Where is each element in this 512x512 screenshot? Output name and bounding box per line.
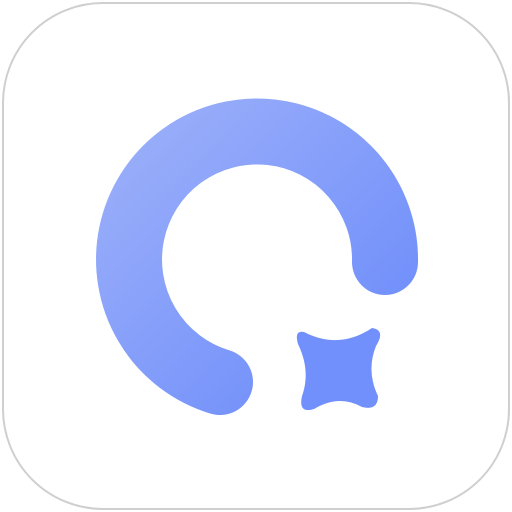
icon-background: [2, 2, 510, 510]
sparkle-icon: [296, 328, 381, 411]
app-logo-icon: [2, 2, 510, 510]
app-icon-tile[interactable]: [0, 0, 512, 512]
